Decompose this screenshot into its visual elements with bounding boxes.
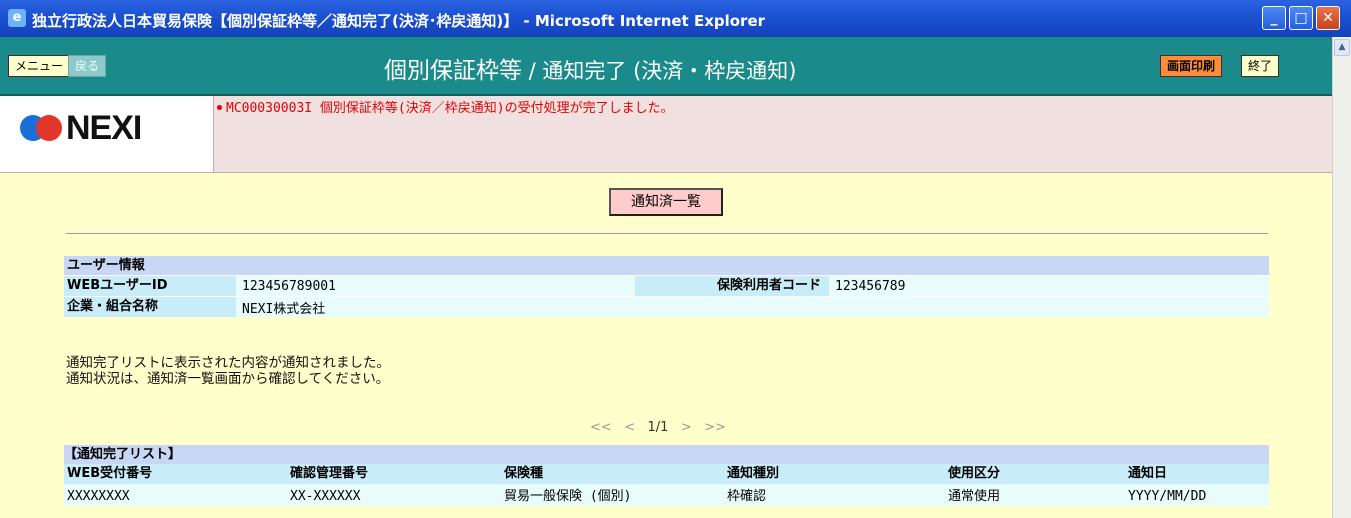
- col-notice-date: 通知日: [1125, 464, 1269, 484]
- page-title-main: 個別保証枠等: [384, 58, 522, 84]
- nexi-logo: NEXI: [0, 96, 214, 172]
- user-info-title: ユーザー情報: [64, 256, 1269, 275]
- user-info-row-1: WEBユーザーID 123456789001 保険利用者コード 12345678…: [64, 275, 1269, 296]
- col-web-receipt-no: WEB受付番号: [64, 464, 287, 484]
- col-notice-type: 通知種別: [724, 464, 945, 484]
- cell-web-receipt-no: XXXXXXXX: [64, 484, 287, 506]
- col-insurance-type: 保険種: [501, 464, 724, 484]
- cell-notice-type: 枠確認: [724, 484, 945, 506]
- web-user-id-value: 123456789001: [242, 278, 336, 294]
- info-text-line-1: 通知完了リストに表示された内容が通知されました。: [66, 355, 390, 371]
- insurance-user-code-label: 保険利用者コード: [635, 276, 829, 296]
- company-label: 企業・組合名称: [64, 297, 236, 317]
- pager-current: 1/1: [647, 420, 669, 435]
- divider: [66, 233, 1268, 234]
- cell-notice-date: YYYY/MM/DD: [1125, 484, 1269, 506]
- logo-mark-red: [36, 115, 62, 141]
- notification-list-title: 【通知完了リスト】: [64, 445, 1269, 464]
- insurance-user-code-value: 123456789: [835, 278, 906, 294]
- logo-text: NEXI: [66, 109, 142, 147]
- vertical-scrollbar[interactable]: ▲: [1332, 37, 1351, 518]
- back-button[interactable]: 戻る: [68, 55, 107, 77]
- cell-confirm-mgmt-no: XX-XXXXXX: [287, 484, 501, 506]
- col-confirm-mgmt-no: 確認管理番号: [287, 464, 501, 484]
- company-value: NEXI株式会社: [242, 301, 326, 317]
- notified-list-button[interactable]: 通知済一覧: [609, 188, 723, 216]
- table-row: XXXXXXXX XX-XXXXXX 貿易一般保険 (個別) 枠確認 通常使用 …: [64, 484, 1269, 506]
- pager-last-link[interactable]: >>: [704, 420, 726, 435]
- user-info-table: ユーザー情報 WEBユーザーID 123456789001 保険利用者コード 1…: [64, 256, 1269, 317]
- window-title: 独立行政法人日本貿易保険【個別保証枠等／通知完了(決済･枠戻通知)】 - Mic…: [32, 12, 766, 30]
- maximize-button[interactable]: □: [1289, 6, 1313, 30]
- minimize-button[interactable]: _: [1262, 6, 1286, 30]
- status-message: MC00030003I 個別保証枠等(決済／枠戻通知)の受付処理が完了しました。: [214, 97, 674, 116]
- status-message-text: MC00030003I 個別保証枠等(決済／枠戻通知)の受付処理が完了しました。: [226, 101, 674, 116]
- info-text: 通知完了リストに表示された内容が通知されました。 通知状況は、通知済一覧画面から…: [66, 355, 390, 387]
- notification-list-table: 【通知完了リスト】 WEB受付番号 確認管理番号 保険種 通知種別 使用区分 通…: [64, 445, 1269, 506]
- bullet-icon: [217, 105, 222, 110]
- web-user-id-label: WEBユーザーID: [64, 276, 236, 296]
- user-info-row-2: 企業・組合名称 NEXI株式会社: [64, 296, 1269, 317]
- pager-first-link[interactable]: <<: [590, 420, 612, 435]
- cell-usage-class: 通常使用: [945, 484, 1125, 506]
- ie-icon: e: [8, 9, 26, 27]
- notification-list-header: WEB受付番号 確認管理番号 保険種 通知種別 使用区分 通知日: [64, 464, 1269, 484]
- print-screen-button[interactable]: 画面印刷: [1160, 55, 1223, 77]
- close-button[interactable]: ✕: [1316, 6, 1340, 30]
- cell-insurance-type: 貿易一般保険 (個別): [501, 484, 724, 506]
- page-title: 個別保証枠等 / 通知完了 (決済・枠戻通知): [384, 51, 797, 85]
- page-title-sub: / 通知完了 (決済・枠戻通知): [522, 59, 797, 83]
- pager: << < 1/1 > >>: [590, 420, 726, 435]
- col-usage-class: 使用区分: [945, 464, 1125, 484]
- app-header: メニュー 戻る 個別保証枠等 / 通知完了 (決済・枠戻通知) 画面印刷 終了: [0, 37, 1332, 96]
- info-text-line-2: 通知状況は、通知済一覧画面から確認してください。: [66, 371, 390, 387]
- pager-prev-link[interactable]: <: [624, 420, 635, 435]
- pager-next-link[interactable]: >: [681, 420, 692, 435]
- scroll-up-arrow-icon[interactable]: ▲: [1334, 39, 1350, 56]
- end-button[interactable]: 終了: [1241, 55, 1280, 77]
- menu-button[interactable]: メニュー: [8, 55, 71, 77]
- window-titlebar: e 独立行政法人日本貿易保険【個別保証枠等／通知完了(決済･枠戻通知)】 - M…: [0, 0, 1351, 37]
